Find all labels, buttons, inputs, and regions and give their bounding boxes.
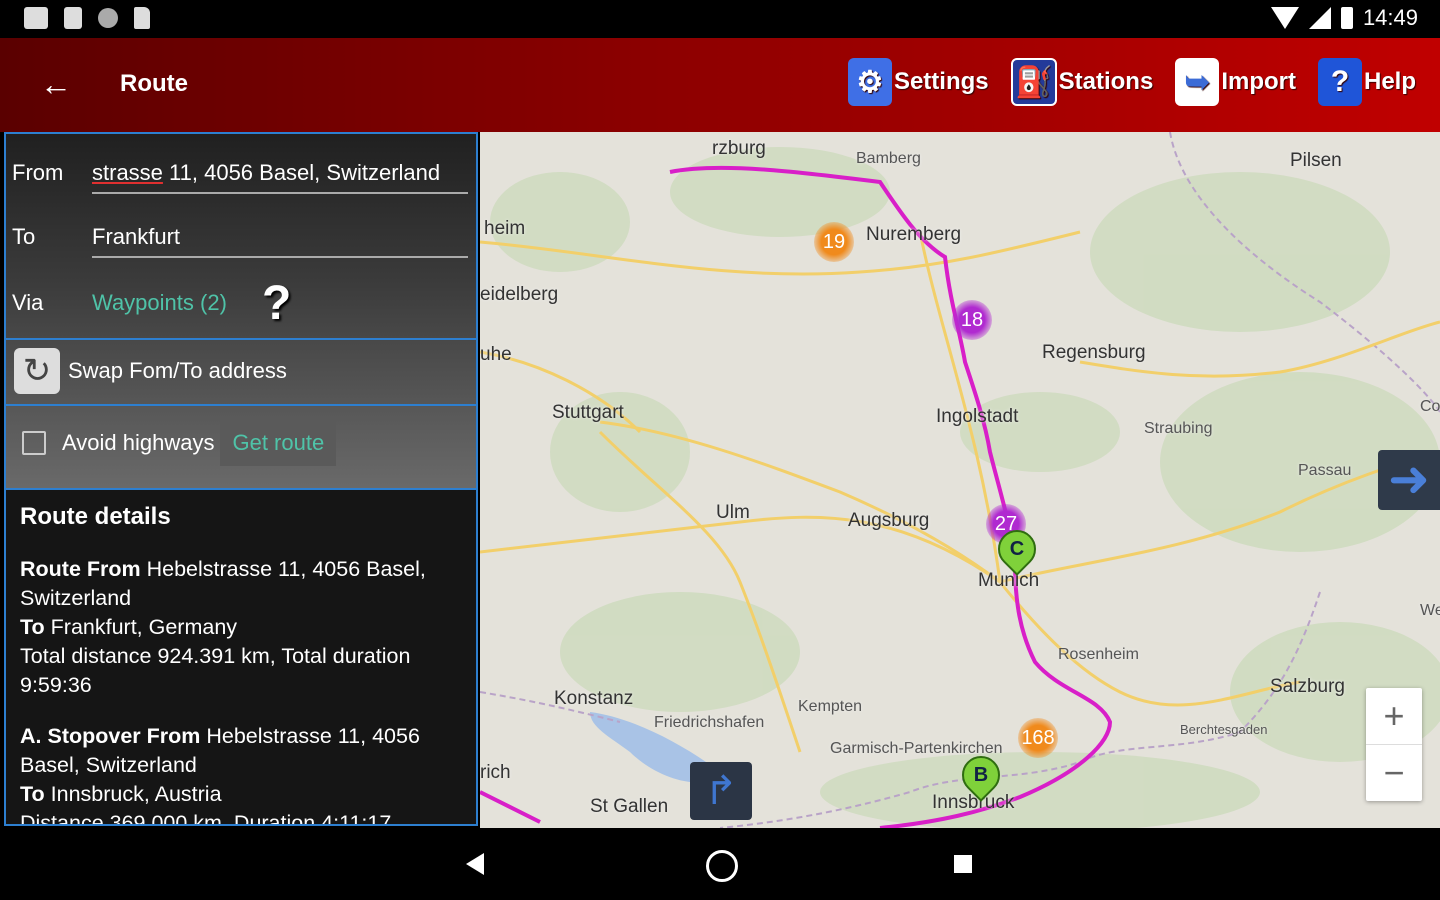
gallery-icon — [24, 7, 48, 29]
waypoints-link[interactable]: Waypoints (2) — [92, 290, 227, 316]
zoom-out-button[interactable]: − — [1366, 745, 1422, 801]
avoid-highways-label: Avoid highways — [62, 430, 215, 455]
page-title: Route — [120, 70, 188, 97]
station-cluster[interactable]: 18 — [952, 300, 992, 340]
route-panel: From strasse 11, 4056 Basel, Switzerland… — [4, 132, 478, 826]
divider — [6, 338, 476, 340]
from-value-rest: 11, 4056 Basel, Switzerland — [162, 160, 441, 185]
map-label-kempten: Kempten — [798, 698, 863, 715]
map-label-rosenheim: Rosenheim — [1058, 646, 1139, 663]
map-label-wurzburg: rzburg — [712, 138, 766, 159]
a-icon — [64, 7, 82, 29]
station-cluster[interactable]: 19 — [814, 222, 854, 262]
map-label-uhe: uhe — [480, 344, 512, 365]
system-nav-bar — [0, 828, 1440, 900]
wifi-icon — [1270, 7, 1299, 29]
to-label: To — [12, 224, 36, 249]
help-button[interactable]: ? Help — [1317, 58, 1416, 106]
zoom-in-button[interactable]: + — [1366, 688, 1422, 745]
notification-icons — [24, 7, 150, 29]
swap-label: Swap Fom/To address — [68, 358, 287, 383]
get-route-button[interactable]: Get route — [220, 420, 337, 466]
divider — [6, 488, 476, 490]
map-label-munich: Munich — [978, 570, 1040, 591]
settings-label: Settings — [893, 68, 989, 95]
divider — [6, 404, 476, 406]
recents-square-icon[interactable] — [954, 855, 972, 873]
toolbar-actions: ⚙ Settings ⛽ Stations ➥ Import ? Help — [847, 58, 1416, 106]
station-cluster[interactable]: 168 — [1018, 718, 1058, 758]
arrow-left-icon: ← — [40, 66, 72, 102]
gear-icon: ⚙ — [847, 58, 892, 106]
stations-label: Stations — [1058, 68, 1154, 95]
map-label-friedrichshafen: Friedrichshafen — [654, 714, 765, 731]
map-label-innsbruck: Innsbruck — [932, 792, 1015, 813]
map-label-we: We — [1420, 602, 1440, 619]
sd-card-icon — [134, 7, 150, 29]
map-label-salzburg: Salzburg — [1270, 676, 1345, 697]
map-label-passau: Passau — [1298, 462, 1352, 479]
turn-direction-button[interactable]: ↱ — [690, 762, 752, 820]
map-label-zurich: rich — [480, 762, 511, 783]
route-details: Route details Route From Hebelstrasse 11… — [6, 490, 476, 826]
swap-icon: ↻ — [14, 348, 60, 394]
from-value-misspelled: strasse — [92, 160, 163, 185]
map-label-nuremberg: Nuremberg — [866, 224, 962, 245]
map-label-pilsen: Pilsen — [1290, 150, 1342, 171]
map-label-heim: heim — [484, 218, 526, 239]
via-label: Via — [12, 290, 44, 315]
fuel-station-icon: ⛽ — [1010, 58, 1057, 106]
map-label-konstanz: Konstanz — [554, 688, 634, 709]
map-label-heidelberg: eidelberg — [480, 284, 559, 305]
route-summary: Route From Hebelstrasse 11, 4056 Basel, … — [20, 557, 426, 697]
map-view[interactable]: rzburg Bamberg Pilsen Nuremberg heim eid… — [480, 132, 1440, 828]
map-label-regensburg: Regensburg — [1042, 342, 1146, 363]
map-label-berchtesgaden: Berchtesgaden — [1180, 722, 1268, 737]
zoom-controls: + − — [1366, 688, 1422, 801]
map-label-ulm: Ulm — [716, 502, 750, 523]
help-label: Help — [1363, 68, 1416, 95]
map-label-ingolstadt: Ingolstadt — [936, 406, 1019, 427]
map-label-stgallen: St Gallen — [590, 796, 669, 817]
map-label-bamberg: Bamberg — [856, 150, 921, 167]
next-arrow-button[interactable]: ➜ — [1378, 450, 1440, 510]
battery-icon — [1340, 7, 1353, 29]
from-field[interactable]: strasse 11, 4056 Basel, Switzerland — [92, 160, 468, 194]
question-icon[interactable]: ? — [262, 276, 291, 331]
map-label-augsburg: Augsburg — [848, 510, 930, 531]
import-icon: ➥ — [1175, 58, 1220, 106]
import-label: Import — [1221, 68, 1296, 95]
to-field[interactable]: Frankfurt — [92, 224, 468, 258]
avoid-highways-row: Avoid highways Get route — [22, 420, 337, 466]
swap-address-button[interactable]: ↻ Swap Fom/To address — [14, 348, 287, 394]
import-button[interactable]: ➥ Import — [1175, 58, 1296, 106]
system-icons: 14:49 — [1270, 5, 1418, 31]
app-toolbar: ← Route ⚙ Settings ⛽ Stations ➥ Import ?… — [0, 38, 1440, 132]
stations-button[interactable]: ⛽ Stations — [1010, 58, 1154, 106]
clock: 14:49 — [1362, 5, 1418, 30]
stopover-a: A. Stopover From Hebelstrasse 11, 4056 B… — [20, 724, 420, 826]
back-triangle-icon[interactable] — [466, 853, 484, 875]
from-label: From — [12, 160, 64, 185]
status-bar: 14:49 — [0, 0, 1440, 38]
back-button[interactable]: ← — [36, 64, 76, 104]
home-circle-icon[interactable] — [706, 850, 738, 882]
help-icon: ? — [1317, 58, 1362, 106]
map-label-straubing: Straubing — [1144, 420, 1213, 437]
circle-icon — [98, 8, 118, 28]
settings-button[interactable]: ⚙ Settings — [847, 58, 989, 106]
signal-icon — [1308, 7, 1331, 29]
route-form: From strasse 11, 4056 Basel, Switzerland… — [6, 134, 476, 490]
map-label-co: Co — [1420, 398, 1440, 415]
map-label-stuttgart: Stuttgart — [552, 402, 624, 423]
avoid-highways-checkbox[interactable] — [22, 431, 46, 455]
route-details-heading: Route details — [20, 503, 171, 530]
